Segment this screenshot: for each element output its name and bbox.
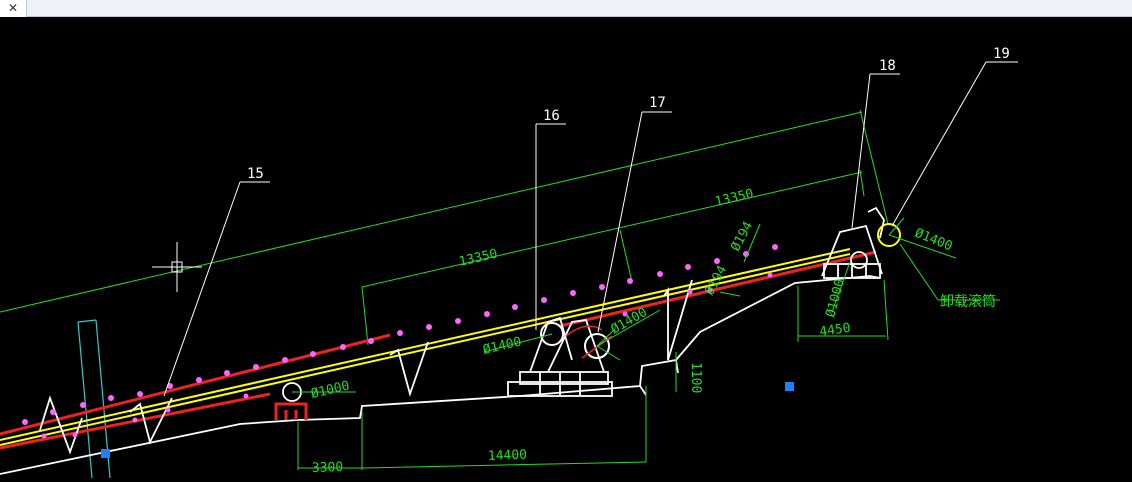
crosshair-cursor <box>152 242 202 292</box>
cad-drawing-canvas[interactable]: 15 16 17 18 19 13350 13350 Ø1000 Ø1400 Ø… <box>0 17 1132 479</box>
detail-dimension-lines <box>292 217 1000 470</box>
dim-13350-lower: 13350 <box>714 186 756 209</box>
drive-station <box>507 316 613 397</box>
callout-16: 16 <box>543 108 560 124</box>
take-up-pulley <box>274 382 308 420</box>
dim-dia1000-head: Ø1000 <box>823 277 848 319</box>
callout-19: 19 <box>993 46 1010 62</box>
grip-handle-right[interactable] <box>785 382 794 391</box>
dim-13350-upper: 13350 <box>458 246 500 269</box>
grip-handle-left[interactable] <box>101 449 110 458</box>
dim-dia1400-drive-a: Ø1400 <box>482 334 524 357</box>
callout-leaders <box>163 61 1018 397</box>
close-drawing-tab-button[interactable]: ✕ <box>0 0 27 17</box>
callout-15: 15 <box>247 166 264 182</box>
conveyor-belt <box>0 248 877 450</box>
note-discharge-pulley: 卸载滚筒 <box>940 293 996 310</box>
dim-14400: 14400 <box>488 448 528 464</box>
callout-18: 18 <box>879 58 896 74</box>
callout-17: 17 <box>649 95 666 111</box>
dim-dia1000-takeup: Ø1000 <box>310 378 352 401</box>
foundation-profile <box>0 275 881 475</box>
drawing-tab-bar: ✕ <box>0 0 1132 17</box>
dim-1100: 1100 <box>688 362 703 393</box>
dim-dia194-a: Ø194 <box>728 219 756 254</box>
dim-4450: 4450 <box>818 321 851 340</box>
cad-drawing-viewport[interactable]: 15 16 17 18 19 13350 13350 Ø1000 Ø1400 Ø… <box>0 17 1132 479</box>
dim-3300: 3300 <box>312 460 344 476</box>
